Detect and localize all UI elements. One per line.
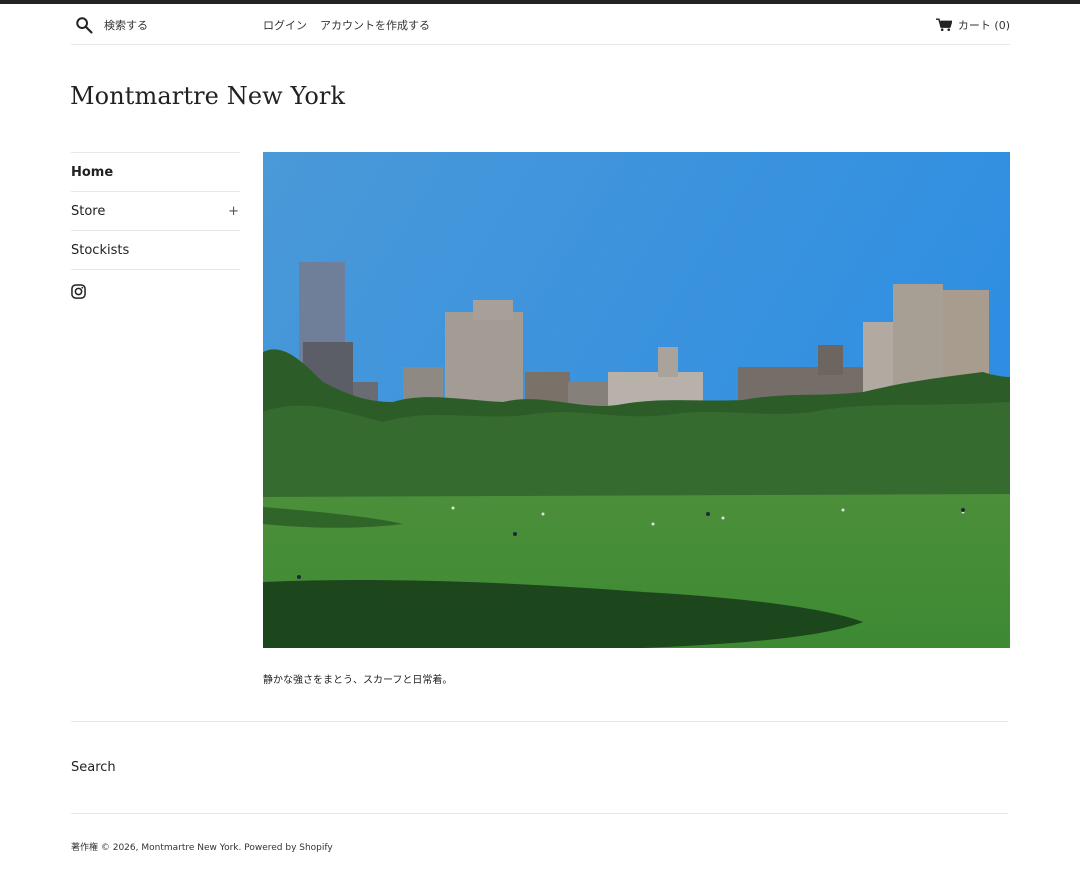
copyright-prefix: 著作権 © 2026,	[71, 843, 139, 853]
search-icon[interactable]	[75, 16, 93, 34]
sidebar-item-stockists[interactable]: Stockists	[71, 231, 240, 270]
sidebar-item-label: Store	[71, 203, 106, 219]
top-bar: ログイン アカウントを作成する カート (0)	[71, 4, 1010, 45]
sidebar-item-label: Home	[71, 164, 114, 180]
sidebar-nav: Home Store + Stockists	[71, 152, 240, 270]
copyright-text: 著作権 © 2026, Montmartre New York. Powered…	[71, 840, 333, 853]
expand-plus-icon[interactable]: +	[228, 204, 240, 219]
sidebar-item-label: Stockists	[71, 242, 130, 258]
instagram-icon[interactable]	[71, 284, 86, 299]
sidebar-item-home[interactable]: Home	[71, 153, 240, 192]
login-link[interactable]: ログイン	[263, 17, 307, 33]
copyright-store-link[interactable]: Montmartre New York	[141, 843, 238, 853]
cart-link[interactable]: カート (0)	[935, 17, 1010, 33]
create-account-link[interactable]: アカウントを作成する	[320, 17, 430, 33]
site-title[interactable]: Montmartre New York	[70, 82, 345, 110]
tagline-text: 静かな強さをまとう、スカーフと日常着。	[263, 675, 453, 686]
powered-by-link[interactable]: . Powered by Shopify	[239, 843, 333, 853]
sidebar-item-store[interactable]: Store +	[71, 192, 240, 231]
cart-icon	[935, 18, 952, 32]
cart-label: カート (0)	[957, 19, 1010, 32]
hero-image	[263, 152, 1010, 648]
footer-divider	[71, 721, 1008, 722]
footer-search-link[interactable]: Search	[71, 760, 116, 775]
footer-divider	[71, 813, 1008, 814]
search-input[interactable]	[104, 14, 254, 36]
